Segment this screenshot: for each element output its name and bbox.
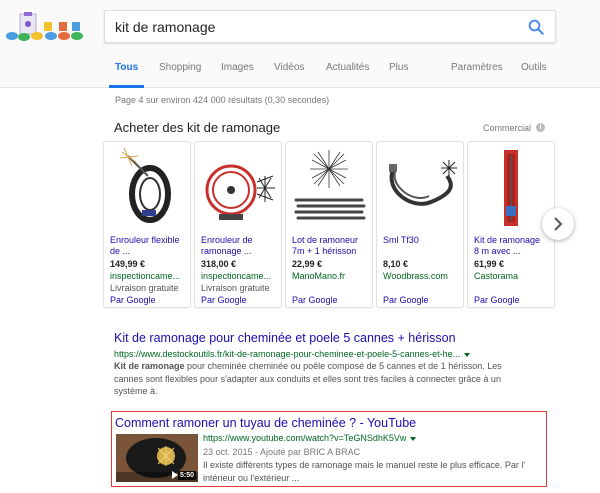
product-image-reel [119,147,171,223]
tab-shopping[interactable]: Shopping [159,62,201,88]
product-price: 22,99 € [292,259,323,269]
product-merchant: inspectioncame... [110,271,181,281]
par-google-link[interactable]: Par Google [383,295,429,305]
url-dropdown-arrow-icon[interactable] [464,352,471,357]
product-shipping: Livraison gratuite [110,283,179,293]
tab-outils[interactable]: Outils [521,62,547,88]
result-stats: Page 4 sur environ 424 000 résultats (0,… [115,95,330,105]
google-doodle-logo[interactable] [4,10,94,44]
product-image-reel-red [205,164,275,220]
shopping-title: Acheter des kit de ramonage [114,120,281,135]
search-icon[interactable] [527,18,545,36]
header: Tous Shopping Images Vidéos Actualités P… [0,0,600,88]
product-card[interactable]: Lot de ramoneur 7m + 1 hérisson 22,99 € … [285,141,373,308]
video-thumbnail[interactable]: 5:50 [116,434,198,482]
product-merchant: inspectioncame... [201,271,272,281]
search-box[interactable] [104,10,556,43]
product-price: 61,99 € [474,259,505,269]
product-name[interactable]: Lot de ramoneur 7m + 1 hérisson [292,235,372,257]
product-name[interactable]: Sml Tf30 [383,235,463,246]
product-card[interactable]: Enrouleur flexible de ... 149,99 € inspe… [103,141,191,308]
par-google-link[interactable]: Par Google [110,295,156,305]
product-price: 318,00 € [201,259,237,269]
result-url: https://www.destockoutils.fr/kit-de-ramo… [114,349,471,359]
tab-parametres[interactable]: Paramètres [451,62,503,88]
product-merchant: Woodbrass.com [383,271,448,281]
result-title-link[interactable]: Comment ramoner un tuyau de cheminée ? -… [115,416,416,430]
product-card[interactable]: Sml Tf30 8,10 € Woodbrass.com Par Google [376,141,464,308]
result-snippet: Kit de ramonage pour cheminée cheminée o… [114,361,502,396]
info-icon[interactable]: i [536,123,545,132]
product-name[interactable]: Enrouleur flexible de ... [110,235,190,257]
tab-actualites[interactable]: Actualités [326,62,369,88]
product-image-brush-rods [294,150,366,220]
product-card[interactable]: Enrouleur de ramonage ... 318,00 € inspe… [194,141,282,308]
tab-plus[interactable]: Plus [389,62,408,88]
tab-tous[interactable]: Tous [108,62,145,88]
result-title-link[interactable]: Kit de ramonage pour cheminée et poele 5… [114,331,456,345]
commercial-label: Commercial [483,123,532,133]
carousel-next-button[interactable] [542,208,574,240]
url-dropdown-arrow-icon[interactable] [410,436,417,441]
search-input[interactable] [115,11,515,42]
product-image-kit-box [504,150,518,226]
par-google-link[interactable]: Par Google [201,295,247,305]
product-price: 149,99 € [110,259,146,269]
product-price: 8,10 € [383,259,409,269]
chevron-right-icon [554,217,563,231]
tab-videos[interactable]: Vidéos [274,62,304,88]
search-tabs: Tous Shopping Images Vidéos Actualités P… [0,62,600,88]
par-google-link[interactable]: Par Google [474,295,520,305]
tab-images[interactable]: Images [221,62,254,88]
result-snippet: Il existe différents types de ramonage m… [203,460,526,483]
video-date: 23 oct. 2015 - Ajouté par BRIC A BRAC [203,447,361,457]
product-shipping: Livraison gratuite [201,283,270,293]
video-duration: 5:50 [177,471,196,480]
result-url: https://www.youtube.com/watch?v=TeGNSdhK… [203,433,417,443]
product-merchant: Castorama [474,271,519,281]
product-image-flexible-brush [389,160,457,206]
par-google-link[interactable]: Par Google [292,295,338,305]
product-merchant: ManoMano.fr [292,271,346,281]
product-name[interactable]: Enrouleur de ramonage ... [201,235,281,257]
